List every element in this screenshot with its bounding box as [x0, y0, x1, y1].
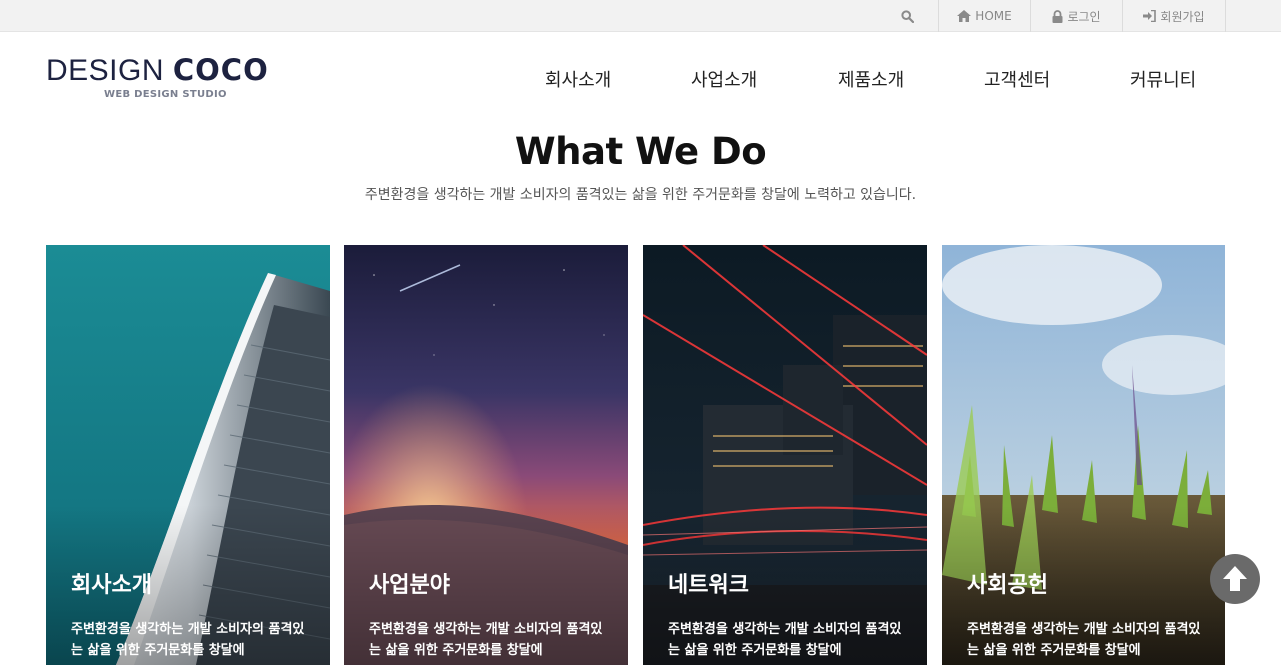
card-description: 주변환경을 생각하는 개발 소비자의 품격있는 삶을 위한 주거문화를 창달에	[668, 622, 902, 658]
nav-item-company[interactable]: 회사소개	[545, 66, 611, 92]
scroll-to-top-button[interactable]	[1210, 554, 1260, 604]
section-subtitle: 주변환경을 생각하는 개발 소비자의 품격있는 삶을 위한 주거문화를 창달에 …	[364, 187, 917, 203]
card-description: 주변환경을 생각하는 개발 소비자의 품격있는 삶을 위한 주거문화를 창달에	[369, 622, 603, 658]
logo-main-thin: DESIGN	[46, 54, 173, 87]
site-logo[interactable]: DESIGN COCO WEB DESIGN STUDIO	[46, 54, 276, 104]
card-title: 사회공헌	[967, 573, 1048, 598]
home-link[interactable]: HOME	[938, 0, 1030, 32]
logo-tagline: WEB DESIGN STUDIO	[104, 89, 227, 100]
nav-item-products[interactable]: 제품소개	[838, 66, 904, 92]
utility-bar: HOME 로그인 회원가입	[0, 0, 1281, 32]
card-title: 회사소개	[71, 573, 152, 598]
join-label: 회원가입	[1160, 9, 1205, 24]
card-title: 사업분야	[369, 573, 450, 598]
card-description: 주변환경을 생각하는 개발 소비자의 품격있는 삶을 위한 주거문화를 창달에	[967, 622, 1201, 658]
logo-main-bold: COCO	[172, 53, 269, 87]
card-title: 네트워크	[668, 573, 749, 598]
nav-item-support[interactable]: 고객센터	[984, 66, 1050, 92]
arrow-up-icon	[1223, 566, 1247, 591]
card-business[interactable]: 사업분야 주변환경을 생각하는 개발 소비자의 품격있는 삶을 위한 주거문화를…	[344, 245, 628, 665]
nav-item-community[interactable]: 커뮤니티	[1130, 66, 1196, 92]
home-icon	[957, 10, 972, 22]
login-link[interactable]: 로그인	[1030, 0, 1122, 32]
lock-icon	[1052, 9, 1063, 23]
home-label: HOME	[975, 9, 1012, 23]
card-network[interactable]: 네트워크 주변환경을 생각하는 개발 소비자의 품격있는 삶을 위한 주거문화를…	[643, 245, 927, 665]
search-button[interactable]	[880, 0, 938, 32]
login-label: 로그인	[1067, 9, 1101, 24]
nav-item-business[interactable]: 사업소개	[691, 66, 757, 92]
search-icon	[900, 9, 914, 23]
card-company[interactable]: 회사소개 주변환경을 생각하는 개발 소비자의 품격있는 삶을 위한 주거문화를…	[46, 245, 330, 665]
logo-wordmark: DESIGN COCO	[46, 54, 276, 87]
card-description: 주변환경을 생각하는 개발 소비자의 품격있는 삶을 위한 주거문화를 창달에	[71, 622, 305, 658]
join-link[interactable]: 회원가입	[1122, 0, 1226, 32]
card-social[interactable]: 사회공헌 주변환경을 생각하는 개발 소비자의 품격있는 삶을 위한 주거문화를…	[942, 245, 1225, 665]
sign-in-icon	[1143, 10, 1157, 22]
section-title: What We Do	[514, 130, 767, 173]
